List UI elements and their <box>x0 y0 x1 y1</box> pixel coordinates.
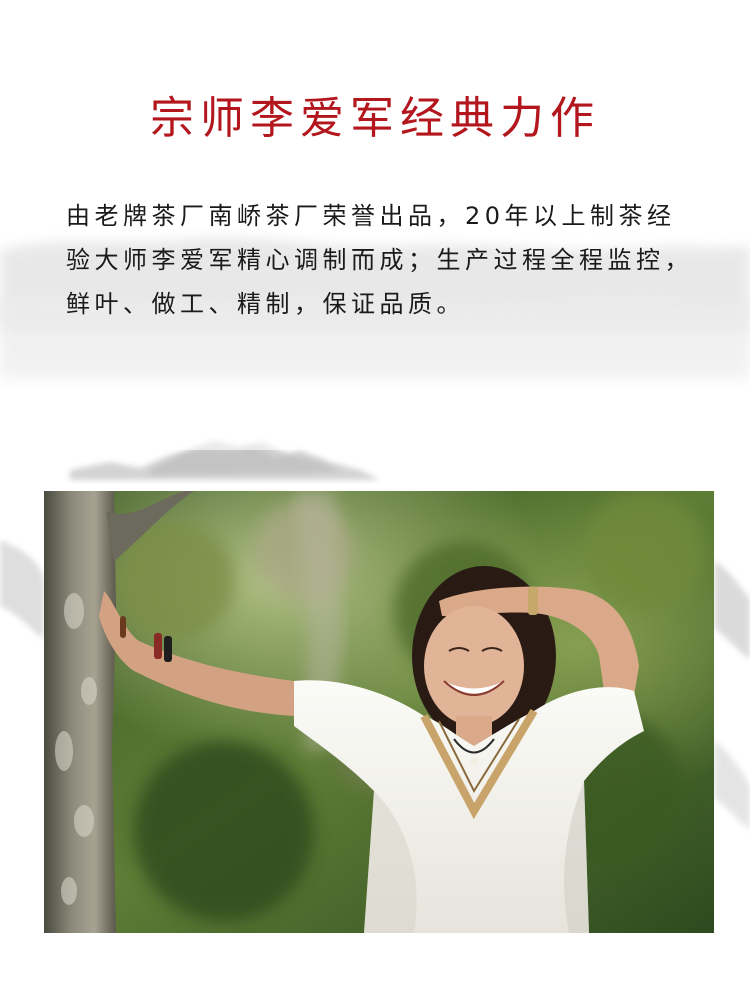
product-page: 宗师李爱军经典力作 由老牌茶厂南峤茶厂荣誉出品，20年以上制茶经验大师李爱军精心… <box>0 0 750 1001</box>
tea-master-photo <box>44 491 714 933</box>
product-description: 由老牌茶厂南峤茶厂荣誉出品，20年以上制茶经验大师李爱军精心调制而成；生产过程全… <box>66 202 693 318</box>
page-title: 宗师李爱军经典力作 <box>150 93 600 144</box>
